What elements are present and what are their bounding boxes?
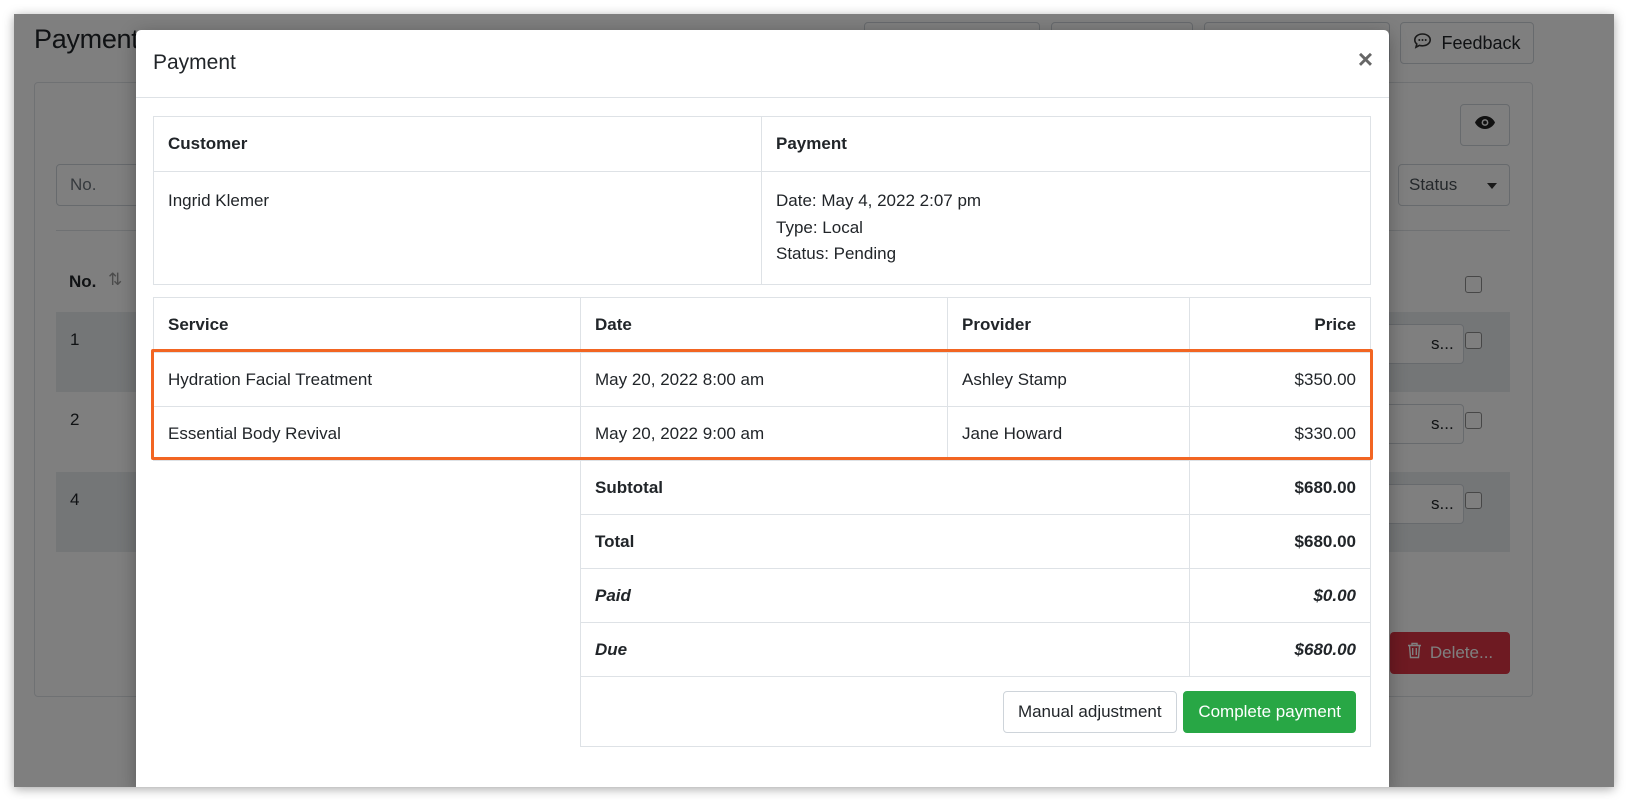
customer-header: Customer: [153, 116, 762, 172]
due-value: $680.00: [1189, 622, 1371, 677]
price-column-header: Price: [1189, 297, 1371, 353]
total-label: Total: [580, 514, 1190, 569]
payment-date: Date: May 4, 2022 2:07 pm: [776, 191, 982, 210]
service-column-header: Service: [153, 297, 581, 353]
service-row: Essential Body Revival May 20, 2022 9:00…: [153, 406, 1371, 461]
provider-column-header: Provider: [947, 297, 1190, 353]
screenshot-frame: Payments Feedback No. Status No. ⇅ 1 s..…: [14, 14, 1614, 787]
paid-value: $0.00: [1189, 568, 1371, 623]
service-date: May 20, 2022 8:00 am: [580, 352, 948, 407]
services-table: Service Date Provider Price Hydration Fa…: [153, 297, 1371, 747]
payment-modal: Payment × Customer Payment Ingrid Klemer…: [136, 30, 1389, 787]
actions-row: Manual adjustment Complete payment: [154, 676, 1371, 747]
paid-row: Paid $0.00: [154, 568, 1371, 623]
service-date: May 20, 2022 9:00 am: [580, 406, 948, 461]
service-name: Essential Body Revival: [153, 406, 581, 461]
service-provider: Jane Howard: [947, 406, 1190, 461]
date-column-header: Date: [580, 297, 948, 353]
manual-adjustment-button[interactable]: Manual adjustment: [1002, 690, 1177, 733]
service-name: Hydration Facial Treatment: [153, 352, 581, 407]
complete-payment-button[interactable]: Complete payment: [1183, 690, 1356, 733]
subtotal-row: Subtotal $680.00: [154, 460, 1371, 515]
payment-type: Type: Local: [776, 217, 863, 237]
total-row: Total $680.00: [154, 514, 1371, 569]
due-row: Due $680.00: [154, 622, 1371, 677]
service-price: $350.00: [1189, 352, 1371, 407]
service-provider: Ashley Stamp: [947, 352, 1190, 407]
subtotal-value: $680.00: [1189, 460, 1371, 515]
payment-header: Payment: [761, 116, 1371, 172]
subtotal-label: Subtotal: [580, 460, 1190, 515]
total-value: $680.00: [1189, 514, 1371, 569]
modal-title: Payment: [153, 51, 236, 74]
payment-details: Date: May 4, 2022 2:07 pm Type: Local St…: [761, 171, 1371, 285]
service-row: Hydration Facial Treatment May 20, 2022 …: [153, 352, 1371, 407]
payment-status: Status: Pending: [776, 244, 897, 263]
actions-cell: Manual adjustment Complete payment: [580, 676, 1371, 747]
close-icon[interactable]: ×: [1358, 46, 1373, 72]
modal-header: Payment ×: [136, 30, 1389, 98]
paid-label: Paid: [580, 568, 1190, 623]
customer-payment-table: Customer Payment Ingrid Klemer Date: May…: [153, 116, 1371, 285]
customer-name: Ingrid Klemer: [153, 171, 762, 285]
due-label: Due: [580, 622, 1190, 677]
service-price: $330.00: [1189, 406, 1371, 461]
